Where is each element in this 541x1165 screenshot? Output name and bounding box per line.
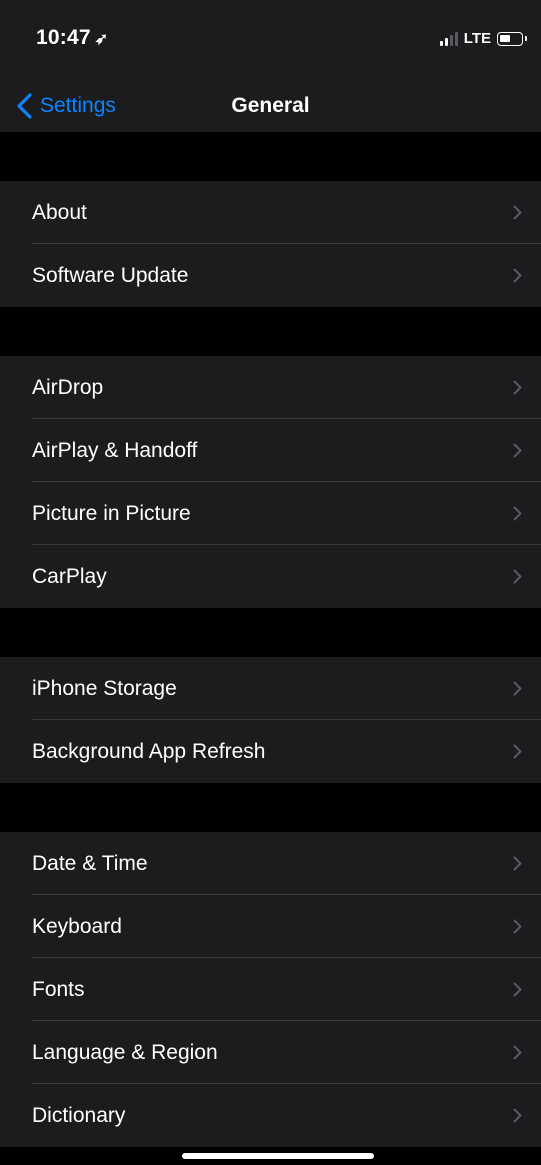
group-spacer: [0, 132, 541, 181]
row-carplay[interactable]: CarPlay: [0, 545, 541, 608]
chevron-right-icon: [513, 443, 522, 458]
row-airdrop[interactable]: AirDrop: [0, 356, 541, 419]
chevron-right-icon: [513, 205, 522, 220]
chevron-right-icon: [513, 982, 522, 997]
location-arrow-icon: ➶: [94, 31, 109, 48]
chevron-right-icon: [513, 506, 522, 521]
row-label: Background App Refresh: [32, 740, 266, 763]
row-date-and-time[interactable]: Date & Time: [0, 832, 541, 895]
status-bar: 10:47 ➶ LTE: [0, 0, 541, 78]
row-fonts[interactable]: Fonts: [0, 958, 541, 1021]
row-airplay-and-handoff[interactable]: AirPlay & Handoff: [0, 419, 541, 482]
chevron-right-icon: [513, 681, 522, 696]
home-indicator[interactable]: [182, 1153, 374, 1159]
group-spacer: [0, 783, 541, 832]
settings-screen: 10:47 ➶ LTE Settings General About Softwar…: [0, 0, 541, 1165]
row-keyboard[interactable]: Keyboard: [0, 895, 541, 958]
row-label: Software Update: [32, 264, 189, 287]
row-background-app-refresh[interactable]: Background App Refresh: [0, 720, 541, 783]
row-label: CarPlay: [32, 565, 107, 588]
chevron-right-icon: [513, 569, 522, 584]
group-spacer: [0, 608, 541, 657]
chevron-right-icon: [513, 744, 522, 759]
settings-group: Date & Time Keyboard Fonts Language & Regio…: [0, 832, 541, 1147]
row-label: Dictionary: [32, 1104, 126, 1127]
row-iphone-storage[interactable]: iPhone Storage: [0, 657, 541, 720]
row-dictionary[interactable]: Dictionary: [0, 1084, 541, 1147]
row-label: Keyboard: [32, 915, 122, 938]
cellular-signal-icon: [439, 31, 458, 46]
settings-group: AirDrop AirPlay & Handoff Picture in Pictu…: [0, 356, 541, 608]
settings-group: About Software Update: [0, 181, 541, 307]
chevron-right-icon: [513, 380, 522, 395]
navigation-bar: Settings General: [0, 78, 541, 132]
battery-icon: [497, 31, 527, 46]
chevron-right-icon: [513, 919, 522, 934]
row-label: AirPlay & Handoff: [32, 439, 198, 462]
chevron-right-icon: [513, 1045, 522, 1060]
row-label: AirDrop: [32, 376, 104, 399]
chevron-right-icon: [513, 268, 522, 283]
row-label: Picture in Picture: [32, 502, 191, 525]
row-label: About: [32, 201, 87, 224]
page-title: General: [231, 94, 310, 117]
row-picture-in-picture[interactable]: Picture in Picture: [0, 482, 541, 545]
chevron-right-icon: [513, 1108, 522, 1123]
row-software-update[interactable]: Software Update: [0, 244, 541, 307]
settings-list: About Software Update AirDrop AirPlay & Han…: [0, 132, 541, 1147]
clock-text: 10:47: [36, 26, 91, 49]
network-type: LTE: [463, 30, 491, 47]
row-label: Date & Time: [32, 852, 148, 875]
group-spacer: [0, 307, 541, 356]
status-indicators: LTE: [439, 30, 527, 47]
chevron-right-icon: [513, 856, 522, 871]
settings-group: iPhone Storage Background App Refresh: [0, 657, 541, 783]
row-label: Language & Region: [32, 1041, 218, 1064]
battery-level-fill: [500, 34, 510, 42]
row-label: Fonts: [32, 978, 85, 1001]
row-label: iPhone Storage: [32, 677, 177, 700]
row-about[interactable]: About: [0, 181, 541, 244]
row-language-and-region[interactable]: Language & Region: [0, 1021, 541, 1084]
status-time: 10:47 ➶: [36, 26, 108, 50]
